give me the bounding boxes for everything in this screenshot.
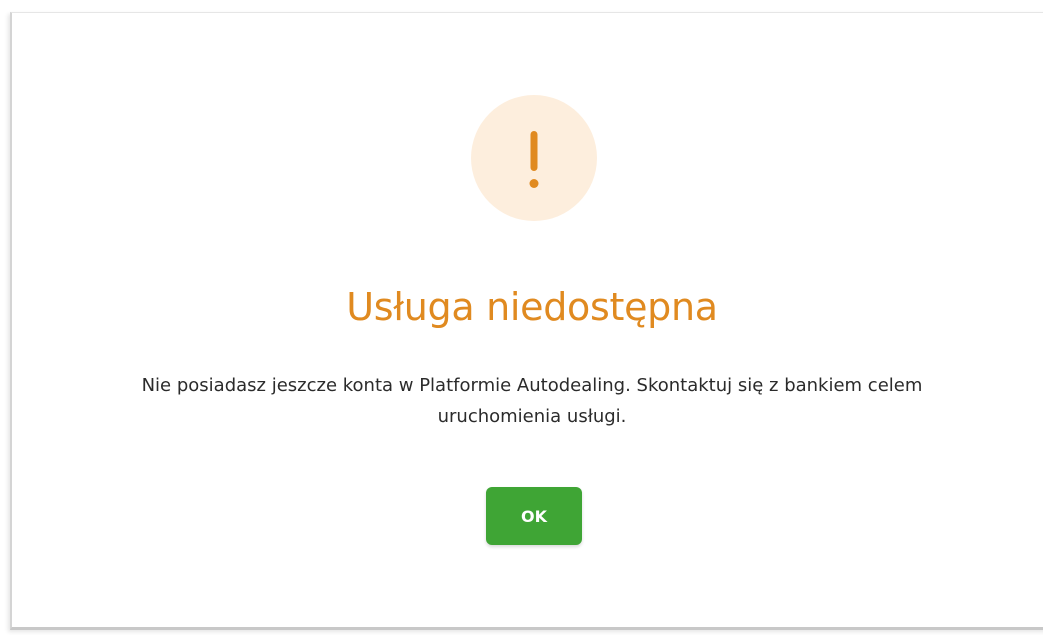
dialog-message: Nie posiadasz jeszcze konta w Platformie… [141,375,923,427]
ok-button[interactable]: OK [486,487,582,545]
warning-badge [471,95,597,221]
exclamation-icon [529,131,539,188]
dialog-title: Usługa niedostępna [346,285,718,329]
service-unavailable-dialog: Usługa niedostępna Nie posiadasz jeszcze… [10,12,1043,630]
page: Usługa niedostępna Nie posiadasz jeszcze… [0,0,1043,635]
